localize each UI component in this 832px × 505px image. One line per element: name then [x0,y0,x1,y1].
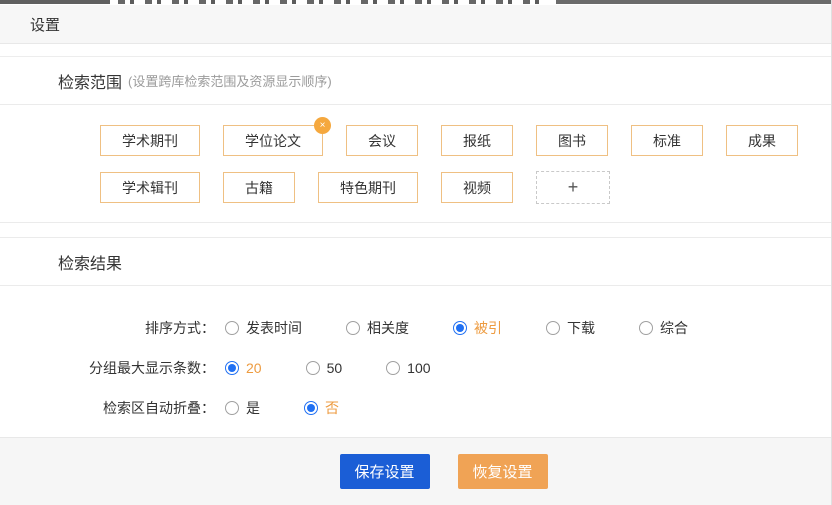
radio-icon [546,321,560,335]
radio-label: 下载 [567,318,595,338]
radio-cited[interactable]: 被引 [453,318,502,338]
tag-achievement[interactable]: 成果 [726,125,798,156]
tag-label: 图书 [558,131,586,151]
results-settings-form: 排序方式： 发表时间 相关度 被引 下载 综合 分组最大显示条数： 20 50 … [0,286,831,438]
radio-100[interactable]: 100 [386,360,430,376]
tag-label: 成果 [748,131,776,151]
radio-icon [639,321,653,335]
tag-label: 学术期刊 [122,131,178,151]
radio-icon [386,361,400,375]
group-max-label: 分组最大显示条数： [0,358,215,378]
radio-label: 发表时间 [246,318,302,338]
tag-video[interactable]: 视频 [441,172,513,203]
radio-no[interactable]: 否 [304,398,339,418]
panel-header: 设置 [0,5,831,44]
restore-settings-button[interactable]: 恢复设置 [458,454,548,489]
scope-tags: 学术期刊 学位论文 × 会议 报纸 图书 标准 成果 学术辑刊 古籍 特色期刊 … [0,105,831,223]
radio-label: 被引 [474,318,502,338]
radio-label: 50 [327,360,343,376]
radio-20[interactable]: 20 [225,360,262,376]
auto-collapse-label: 检索区自动折叠： [0,398,215,418]
radio-label: 相关度 [367,318,409,338]
footer-buttons: 保存设置 恢复设置 [340,454,548,489]
tag-label: 会议 [368,131,396,151]
auto-collapse-row: 检索区自动折叠： 是 否 [0,388,831,428]
auto-collapse-options: 是 否 [225,398,383,418]
radio-label: 否 [325,398,339,418]
radio-label: 100 [407,360,430,376]
tag-newspaper[interactable]: 报纸 [441,125,513,156]
radio-publish-time[interactable]: 发表时间 [225,318,302,338]
tag-label: 标准 [653,131,681,151]
radio-download[interactable]: 下载 [546,318,595,338]
page-title: 设置 [30,14,60,35]
tag-dissertation[interactable]: 学位论文 × [223,125,323,156]
radio-comprehensive[interactable]: 综合 [639,318,688,338]
radio-label: 20 [246,360,262,376]
clipped-dark-segment [0,0,110,4]
footer-bar: 保存设置 恢复设置 [0,437,831,505]
add-scope-button[interactable]: + [536,171,610,204]
save-settings-button[interactable]: 保存设置 [340,454,430,489]
radio-icon [225,401,239,415]
section-results-title: 检索结果 [58,250,122,274]
divider [0,223,831,238]
tag-label: 报纸 [463,131,491,151]
section-results-header: 检索结果 [0,238,831,286]
tag-book[interactable]: 图书 [536,125,608,156]
group-max-row: 分组最大显示条数： 20 50 100 [0,348,831,388]
radio-icon [306,361,320,375]
tag-label: 视频 [463,178,491,198]
tag-label: 特色期刊 [340,178,396,198]
tag-academic-series[interactable]: 学术辑刊 [100,172,200,203]
settings-panel: 设置 检索范围 (设置跨库检索范围及资源显示顺序) 学术期刊 学位论文 × 会议… [0,0,832,505]
tag-special-journal[interactable]: 特色期刊 [318,172,418,203]
sort-mode-row: 排序方式： 发表时间 相关度 被引 下载 综合 [0,308,831,348]
section-scope-header: 检索范围 (设置跨库检索范围及资源显示顺序) [0,57,831,105]
tag-standard[interactable]: 标准 [631,125,703,156]
tag-row-1: 学术期刊 学位论文 × 会议 报纸 图书 标准 成果 [100,125,831,156]
remove-tag-icon[interactable]: × [314,117,331,134]
clipped-dark-segment [556,0,831,4]
clipped-text-fragments [118,0,548,4]
radio-icon [225,321,239,335]
tag-label: 古籍 [245,178,273,198]
clipped-underlying-page-strip [0,0,831,5]
divider [0,44,831,57]
sort-mode-options: 发表时间 相关度 被引 下载 综合 [225,318,732,338]
radio-icon [453,321,467,335]
radio-icon [304,401,318,415]
tag-academic-journal[interactable]: 学术期刊 [100,125,200,156]
plus-icon: + [568,177,579,198]
section-scope-title: 检索范围 [58,69,122,93]
tag-label: 学位论文 [245,131,301,151]
tag-row-2: 学术辑刊 古籍 特色期刊 视频 + [100,171,831,204]
radio-icon [225,361,239,375]
group-max-options: 20 50 100 [225,360,475,376]
radio-yes[interactable]: 是 [225,398,260,418]
tag-label: 学术辑刊 [122,178,178,198]
section-scope-subtitle: (设置跨库检索范围及资源显示顺序) [128,71,332,90]
radio-relevance[interactable]: 相关度 [346,318,409,338]
radio-label: 是 [246,398,260,418]
sort-mode-label: 排序方式： [0,318,215,338]
radio-50[interactable]: 50 [306,360,343,376]
radio-icon [346,321,360,335]
radio-label: 综合 [660,318,688,338]
tag-ancient-books[interactable]: 古籍 [223,172,295,203]
tag-conference[interactable]: 会议 [346,125,418,156]
